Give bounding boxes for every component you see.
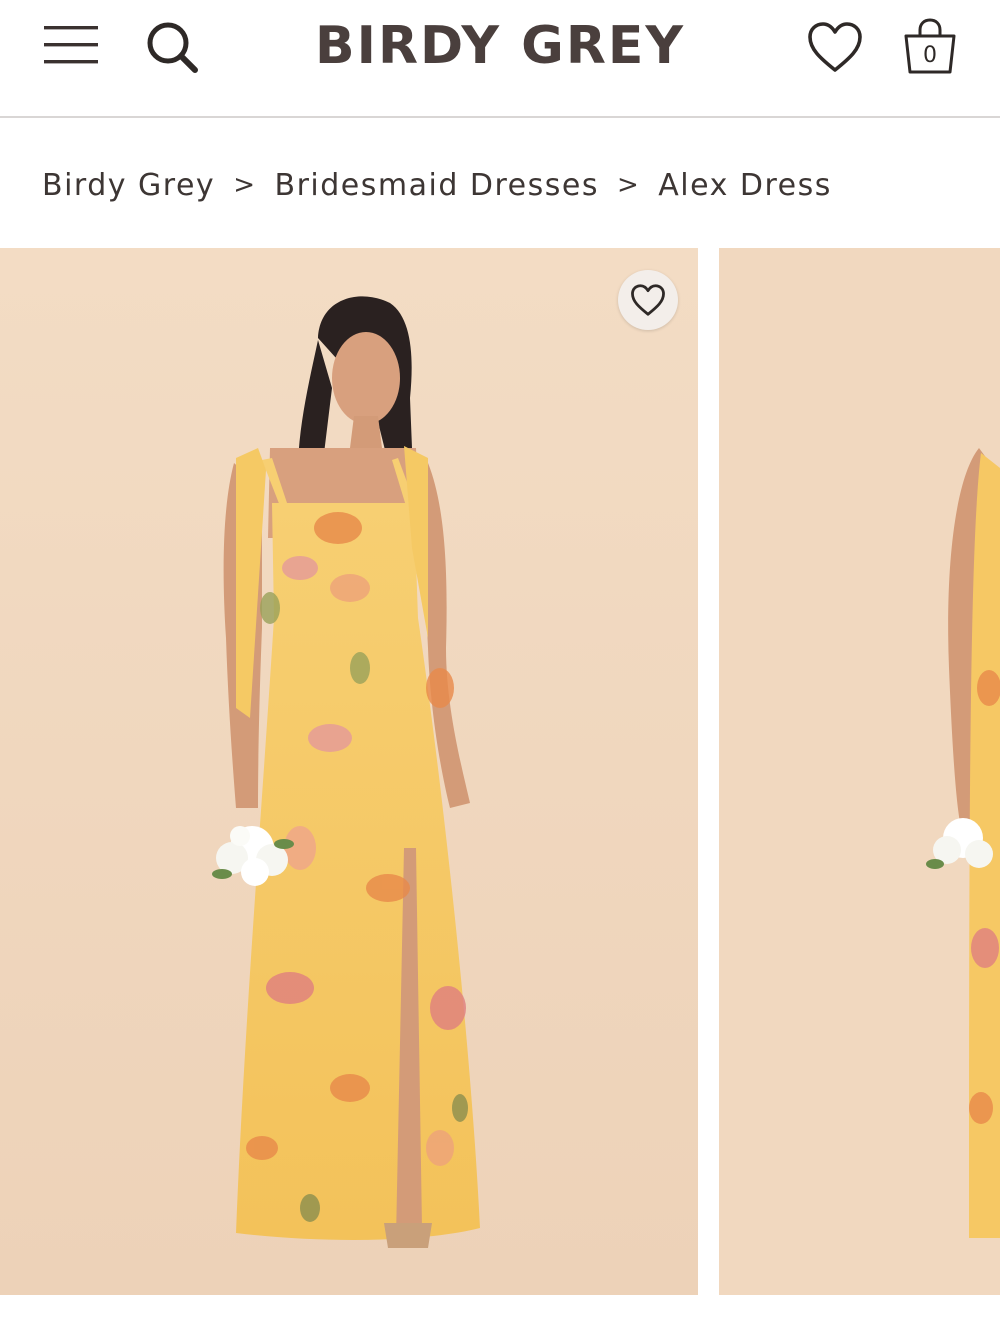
breadcrumb-link-home[interactable]: Birdy Grey	[42, 168, 215, 203]
model-photo	[719, 248, 1000, 1295]
model-photo	[0, 248, 698, 1295]
heart-icon	[631, 284, 665, 316]
cart-button[interactable]: 0	[900, 16, 960, 76]
site-header: BIRDY GREY 0	[0, 0, 1000, 118]
breadcrumb-link-bridesmaid-dresses[interactable]: Bridesmaid Dresses	[275, 168, 599, 203]
cart-count: 0	[923, 43, 937, 68]
header-divider	[0, 116, 1000, 118]
product-image-secondary[interactable]	[719, 248, 1000, 1295]
heart-icon	[808, 22, 862, 72]
wishlist-button[interactable]	[806, 20, 864, 74]
breadcrumb-separator: >	[616, 170, 641, 200]
shopping-bag-icon: 0	[904, 18, 956, 74]
breadcrumb-current-page: Alex Dress	[658, 167, 832, 203]
product-image-gallery[interactable]	[0, 248, 1000, 1295]
add-to-favorites-button[interactable]	[618, 270, 678, 330]
product-image-main[interactable]	[0, 248, 698, 1295]
breadcrumb-separator: >	[233, 170, 257, 200]
breadcrumb: Birdy Grey > Bridesmaid Dresses > Alex D…	[42, 163, 832, 207]
